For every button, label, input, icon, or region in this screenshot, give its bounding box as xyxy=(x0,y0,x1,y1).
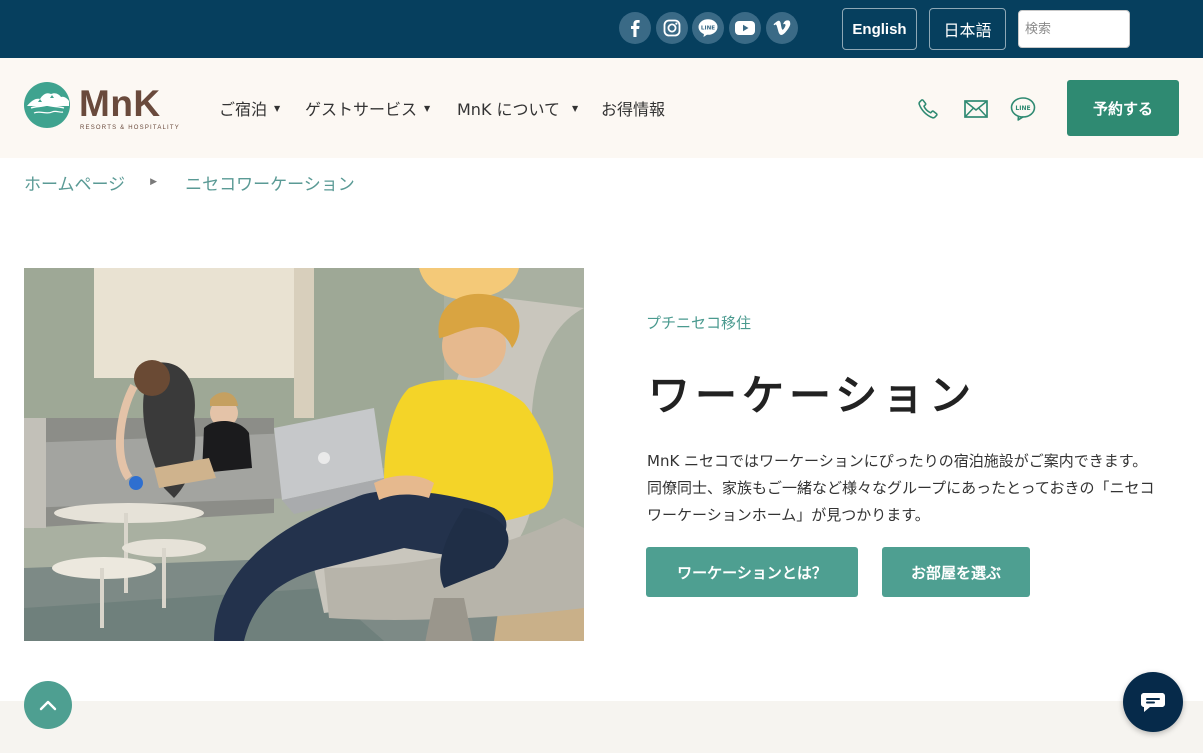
nav-item-label: MnK について xyxy=(457,100,561,119)
line-icon[interactable]: LINE xyxy=(692,12,724,44)
line-icon-label: LINE xyxy=(701,25,715,31)
footer-strip xyxy=(0,701,1203,753)
vimeo-icon[interactable] xyxy=(766,12,798,44)
logo[interactable]: MnK RESORTS & HOSPITALITY xyxy=(24,82,179,136)
reserve-button[interactable]: 予約する xyxy=(1067,80,1179,136)
site-header: MnK RESORTS & HOSPITALITY ご宿泊 ▼ ゲストサービス … xyxy=(0,58,1203,158)
nav-item-label: お得情報 xyxy=(601,100,666,119)
hero-image xyxy=(24,268,584,641)
facebook-icon[interactable] xyxy=(619,12,651,44)
nav-item-guest-services[interactable]: ゲストサービス ▼ xyxy=(305,96,430,120)
nav-item-label: ゲストサービス xyxy=(305,100,418,119)
chevron-up-icon xyxy=(39,700,57,711)
nav-item-label: ご宿泊 xyxy=(219,100,268,119)
mail-icon[interactable] xyxy=(963,96,989,122)
search-input[interactable] xyxy=(1018,10,1130,48)
scroll-to-top-button[interactable] xyxy=(24,681,72,729)
caret-down-icon: ▼ xyxy=(572,103,579,113)
youtube-icon[interactable] xyxy=(729,12,761,44)
top-bar: LINE English 日本語 xyxy=(0,0,1203,58)
line-contact-label: LINE xyxy=(1015,105,1030,112)
phone-icon[interactable] xyxy=(915,96,941,122)
page-description: MnK ニセコではワーケーションにぴったりの宿泊施設がご案内できます。同僚同士、… xyxy=(647,452,1155,524)
caret-down-icon: ▼ xyxy=(424,103,431,113)
line-contact-icon[interactable]: LINE xyxy=(1010,96,1036,122)
page-title: ワーケーション xyxy=(648,371,977,420)
choose-room-button[interactable]: お部屋を選ぶ xyxy=(882,547,1030,597)
nav-item-stay[interactable]: ご宿泊 ▼ xyxy=(219,96,280,120)
logo-subtitle: RESORTS & HOSPITALITY xyxy=(80,125,180,131)
breadcrumb: ホームページ ▶ ニセコワーケーション xyxy=(24,170,355,195)
japanese-button[interactable]: 日本語 xyxy=(929,8,1006,50)
logo-mark-icon xyxy=(24,82,70,128)
nav-item-about[interactable]: MnK について ▼ xyxy=(457,96,578,120)
breadcrumb-current[interactable]: ニセコワーケーション xyxy=(185,170,355,195)
english-button[interactable]: English xyxy=(842,8,917,50)
chat-button[interactable] xyxy=(1123,672,1183,732)
nav-item-deals[interactable]: お得情報 xyxy=(601,96,665,120)
instagram-icon[interactable] xyxy=(656,12,688,44)
breadcrumb-separator-icon: ▶ xyxy=(150,177,158,187)
about-workation-button[interactable]: ワーケーションとは？ xyxy=(646,547,858,597)
caret-down-icon: ▼ xyxy=(274,103,281,113)
logo-text: MnK xyxy=(79,83,161,124)
breadcrumb-home-link[interactable]: ホームページ xyxy=(24,170,125,195)
section-eyebrow: プチニセコ移住 xyxy=(646,314,752,332)
chat-bubble-icon xyxy=(1141,693,1165,712)
